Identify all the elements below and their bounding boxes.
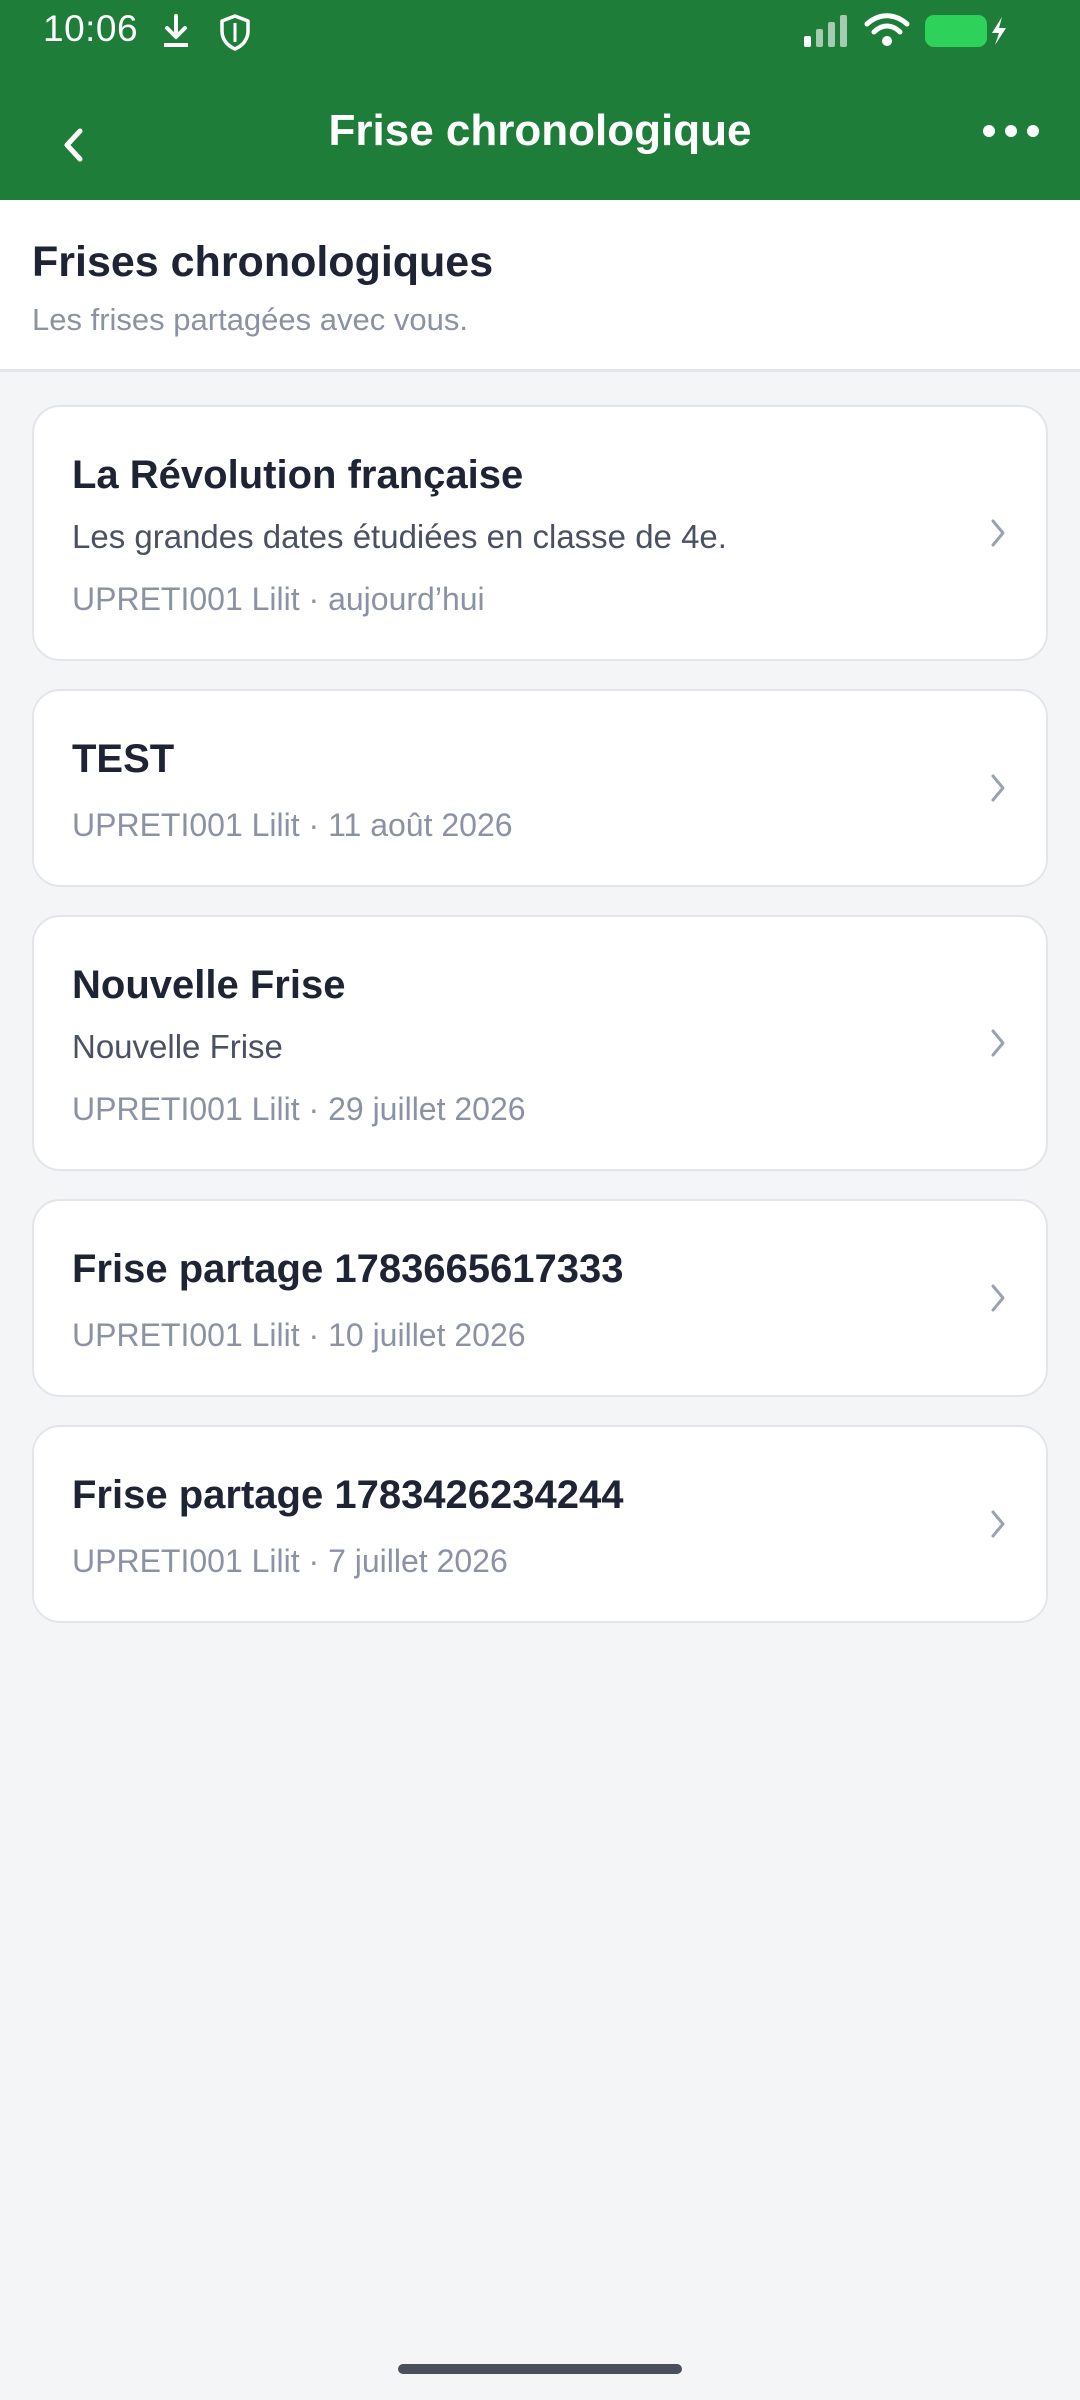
timeline-meta: UPRETI001 Lilit · 29 juillet 2026 bbox=[72, 1091, 526, 1127]
signal-icon bbox=[804, 15, 847, 47]
chevron-right-icon bbox=[991, 1510, 1005, 1538]
home-indicator[interactable] bbox=[398, 2364, 682, 2374]
timeline-description: Nouvelle Frise bbox=[72, 1028, 283, 1065]
more-options-button[interactable] bbox=[966, 106, 1056, 156]
battery-charging-icon bbox=[925, 15, 1006, 47]
top-bar: 10:06 Frise chronologique bbox=[0, 0, 1080, 200]
section-subtitle: Les frises partagées avec vous. bbox=[32, 302, 468, 337]
status-time: 10:06 bbox=[43, 8, 139, 49]
timeline-title: TEST bbox=[72, 737, 175, 781]
chevron-right-icon bbox=[991, 1029, 1005, 1057]
download-icon bbox=[164, 14, 188, 47]
status-bar: 10:06 bbox=[0, 0, 1080, 60]
timeline-title: Nouvelle Frise bbox=[72, 963, 346, 1007]
timeline-list: La Révolution française Les grandes date… bbox=[32, 405, 1048, 1651]
chevron-right-icon bbox=[991, 1284, 1005, 1312]
more-dots-icon bbox=[983, 125, 1039, 137]
section-header: Frises chronologiques Les frises partagé… bbox=[0, 200, 1080, 372]
back-chevron-icon bbox=[64, 128, 83, 162]
timeline-card[interactable]: TEST UPRETI001 Lilit · 11 août 2026 bbox=[32, 689, 1048, 887]
back-button[interactable] bbox=[30, 102, 116, 188]
timeline-card[interactable]: Nouvelle Frise Nouvelle Frise UPRETI001 … bbox=[32, 915, 1048, 1171]
timeline-description: Les grandes dates étudiées en classe de … bbox=[72, 518, 727, 555]
timeline-meta: UPRETI001 Lilit · 10 juillet 2026 bbox=[72, 1317, 526, 1353]
timeline-meta: UPRETI001 Lilit · aujourd’hui bbox=[72, 581, 485, 617]
wifi-icon bbox=[864, 13, 910, 46]
chevron-right-icon bbox=[991, 519, 1005, 547]
timeline-title: Frise partage 1783426234244 bbox=[72, 1473, 624, 1517]
timeline-card[interactable]: Frise partage 1783426234244 UPRETI001 Li… bbox=[32, 1425, 1048, 1623]
page-title: Frise chronologique bbox=[328, 106, 752, 155]
timeline-card[interactable]: Frise partage 1783665617333 UPRETI001 Li… bbox=[32, 1199, 1048, 1397]
section-title: Frises chronologiques bbox=[32, 238, 494, 286]
timeline-title: Frise partage 1783665617333 bbox=[72, 1247, 624, 1291]
timeline-meta: UPRETI001 Lilit · 7 juillet 2026 bbox=[72, 1543, 508, 1579]
shield-icon bbox=[220, 14, 250, 51]
timeline-card[interactable]: La Révolution française Les grandes date… bbox=[32, 405, 1048, 661]
timeline-title: La Révolution française bbox=[72, 453, 524, 497]
app-bar: Frise chronologique bbox=[0, 62, 1080, 200]
timeline-meta: UPRETI001 Lilit · 11 août 2026 bbox=[72, 807, 513, 843]
chevron-right-icon bbox=[991, 774, 1005, 802]
